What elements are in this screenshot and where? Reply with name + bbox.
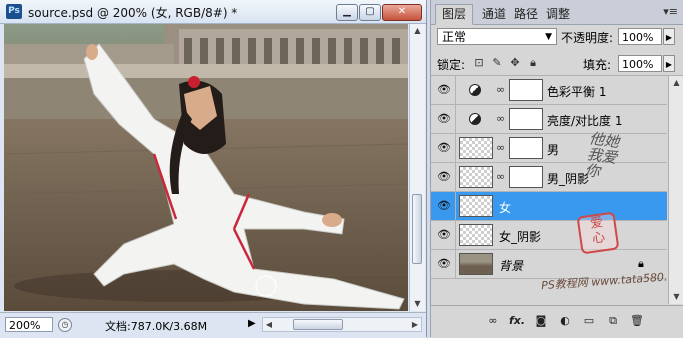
opacity-field[interactable]: 100% [618,28,662,45]
maximize-button[interactable]: ▢ [359,4,381,21]
opacity-slider-arrow-icon[interactable]: ▶ [663,28,675,45]
eye-icon[interactable]: 👁︎ [437,142,451,154]
visibility-toggle[interactable]: 👁︎ [431,105,456,133]
lock-position-icon[interactable]: ✥ [509,57,521,69]
document-titlebar[interactable]: Ps source.psd @ 200% (女, RGB/8#) * ▁ ▢ ✕ [0,0,426,24]
lock-icon: 🔒︎ [638,257,644,270]
photo-taichi-woman [4,24,408,311]
layer-name[interactable]: 男 [547,141,559,158]
new-adjustment-layer-icon[interactable]: ◐ [557,314,573,328]
tab-adjustments[interactable]: 调整 [539,4,577,25]
panel-menu-icon[interactable]: ▾≡ [663,5,678,18]
layer-row-woman-shadow[interactable]: 👁︎ 女_阴影 [431,221,667,250]
scroll-left-arrow-icon[interactable]: ◀ [263,318,275,331]
document-size-info: 文档:787.0K/3.68M [105,320,208,333]
link-icon[interactable]: ∞ [496,112,505,125]
lock-image-pixels-icon[interactable]: ✎ [491,57,503,69]
link-icon[interactable]: ∞ [496,141,505,154]
layer-thumbnail[interactable] [459,195,493,217]
seal-stamp-icon: 爱心 [576,211,620,255]
lock-fill-row: 锁定: ⊡ ✎ ✥ 🔒︎ 填充: 100% ▶ [431,51,683,76]
scroll-up-arrow-icon[interactable]: ▲ [669,76,683,90]
layer-name[interactable]: 背景 [499,257,523,274]
adjustment-layer-icon [469,84,481,96]
layers-list: 👁︎ ∞ 色彩平衡 1 👁︎ ∞ 亮度/对比度 1 👁︎ ∞ 男 👁︎ ∞ 男_… [431,76,683,304]
layer-name[interactable]: 色彩平衡 1 [547,83,606,100]
info-menu-arrow-icon[interactable]: ▶ [248,318,256,329]
eye-icon[interactable]: 👁︎ [437,113,451,125]
add-mask-icon[interactable]: ◙ [533,314,549,328]
layers-scrollbar[interactable]: ▲ ▼ [668,76,683,304]
layer-row-brightness-contrast[interactable]: 👁︎ ∞ 亮度/对比度 1 [431,105,667,134]
blend-mode-select[interactable]: 正常 ▼ [437,28,557,45]
minimize-button[interactable]: ▁ [336,4,358,21]
layer-row-man[interactable]: 👁︎ ∞ 男 [431,134,667,163]
canvas-vertical-scrollbar[interactable]: ▲ ▼ [409,24,425,311]
layer-name[interactable]: 女 [499,199,511,216]
layer-row-woman[interactable]: 👁︎ 女 [431,192,667,221]
fill-field[interactable]: 100% [618,55,662,72]
new-layer-icon[interactable]: ⧉ [605,314,621,328]
layer-mask-thumbnail[interactable] [509,108,543,130]
status-bar: 200% ◷ 文档:787.0K/3.68M ▶ ◀ ▶ [0,312,426,338]
layer-thumbnail[interactable] [459,166,493,188]
layer-mask-thumbnail[interactable] [509,79,543,101]
canvas-horizontal-scrollbar[interactable]: ◀ ▶ [262,317,422,332]
fx-icon[interactable]: fx. [509,314,525,328]
visibility-toggle[interactable]: 👁︎ [431,250,456,278]
layer-thumbnail[interactable] [459,137,493,159]
visibility-toggle[interactable]: 👁︎ [431,76,456,104]
eye-icon[interactable]: 👁︎ [437,200,451,212]
scroll-up-arrow-icon[interactable]: ▲ [410,24,425,38]
lock-label: 锁定: [437,58,466,72]
visibility-toggle[interactable]: 👁︎ [431,134,456,162]
scroll-down-arrow-icon[interactable]: ▼ [410,297,425,311]
layer-row-color-balance[interactable]: 👁︎ ∞ 色彩平衡 1 [431,76,667,105]
image-canvas[interactable] [4,24,408,311]
panel-tabbar: 图层 通道 路径 调整 ▾≡ [431,0,683,25]
new-group-folder-icon[interactable]: ▭ [581,314,597,328]
eye-icon[interactable]: 👁︎ [437,229,451,241]
layer-mask-thumbnail[interactable] [509,166,543,188]
layer-name[interactable]: 女_阴影 [499,228,541,245]
visibility-toggle[interactable]: 👁︎ [431,163,456,191]
delete-layer-trash-icon[interactable]: 🗑︎ [629,314,645,328]
eye-icon[interactable]: 👁︎ [437,84,451,96]
layer-row-man-shadow[interactable]: 👁︎ ∞ 男_阴影 [431,163,667,192]
fill-slider-arrow-icon[interactable]: ▶ [663,55,675,72]
blend-mode-value: 正常 [442,30,467,44]
zoom-status-icon[interactable]: ◷ [58,318,72,332]
fill-label: 填充: [583,58,612,72]
layer-mask-thumbnail[interactable] [509,137,543,159]
horizontal-scroll-thumb[interactable] [293,319,343,330]
link-icon[interactable]: ∞ [496,83,505,96]
chevron-down-icon: ▼ [545,32,552,42]
layer-thumbnail[interactable] [459,224,493,246]
zoom-level-field[interactable]: 200% [5,317,53,332]
document-title: source.psd @ 200% (女, RGB/8#) * [28,6,238,20]
scroll-right-arrow-icon[interactable]: ▶ [409,318,421,331]
opacity-label: 不透明度: [561,31,614,45]
layers-panel: 图层 通道 路径 调整 ▾≡ 正常 ▼ 不透明度: 100% ▶ 锁定: ⊡ ✎… [430,0,683,338]
document-window: Ps source.psd @ 200% (女, RGB/8#) * ▁ ▢ ✕ [0,0,427,338]
visibility-toggle[interactable]: 👁︎ [431,221,456,249]
photoshop-icon: Ps [6,4,22,19]
layers-footer-toolbar: ∞ fx. ◙ ◐ ▭ ⧉ 🗑︎ [431,305,683,338]
scroll-down-arrow-icon[interactable]: ▼ [669,290,683,304]
lock-all-icon[interactable]: 🔒︎ [527,57,539,69]
vertical-scroll-thumb[interactable] [412,194,422,264]
link-layers-icon[interactable]: ∞ [485,314,501,328]
eye-icon[interactable]: 👁︎ [437,171,451,183]
lock-transparent-pixels-icon[interactable]: ⊡ [473,57,485,69]
adjustment-layer-icon [469,113,481,125]
close-button[interactable]: ✕ [382,4,422,21]
tab-layers[interactable]: 图层 [435,4,474,25]
eye-icon[interactable]: 👁︎ [437,258,451,270]
layer-name[interactable]: 亮度/对比度 1 [547,112,623,129]
blend-opacity-row: 正常 ▼ 不透明度: 100% ▶ [431,25,683,49]
link-icon[interactable]: ∞ [496,170,505,183]
visibility-toggle[interactable]: 👁︎ [431,192,456,220]
layer-thumbnail[interactable] [459,253,493,275]
